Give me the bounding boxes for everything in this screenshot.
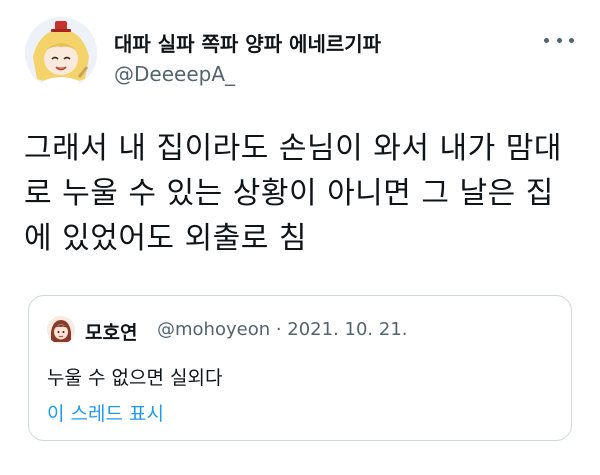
quoted-handle-and-date: @mohoyeon · 2021. 10. 21. bbox=[157, 319, 408, 340]
author-display-name[interactable]: 대파 실파 쪽파 양파 에네르기파 bbox=[114, 28, 381, 57]
author-handle[interactable]: @DeeeepA_ bbox=[114, 62, 235, 86]
quoted-tweet-text: 누울 수 없으면 실외다 bbox=[47, 367, 223, 389]
more-dot bbox=[569, 37, 574, 43]
tweet-body: 그래서 내 집이라도 손님이 와서 내가 맘대 로 누울 수 있는 상황이 아니… bbox=[24, 126, 584, 261]
tweet-text-line: 그래서 내 집이라도 손님이 와서 내가 맘대 bbox=[24, 131, 562, 166]
more-horizontal-icon[interactable] bbox=[544, 30, 574, 50]
tweet-card: 대파 실파 쪽파 양파 에네르기파 @DeeeepA_ 그래서 내 집이라도 손… bbox=[0, 0, 600, 475]
quoted-author-name: 모호연 bbox=[85, 322, 138, 344]
tweet-text-line: 로 누울 수 있는 상황이 아니면 그 날은 집 bbox=[24, 176, 554, 211]
quoted-author-avatar bbox=[47, 316, 75, 344]
author-avatar[interactable] bbox=[25, 17, 97, 89]
more-dot bbox=[556, 37, 562, 43]
show-thread-link[interactable]: 이 스레드 표시 bbox=[47, 399, 164, 426]
quoted-tweet-card[interactable]: 모호연 @mohoyeon · 2021. 10. 21. 누울 수 없으면 실… bbox=[28, 295, 572, 441]
tweet-text-line: 에 있었어도 외출로 침 bbox=[24, 221, 308, 256]
avatar-illustration bbox=[25, 17, 97, 89]
quoted-avatar-illustration bbox=[47, 316, 75, 344]
more-dot bbox=[544, 37, 549, 43]
